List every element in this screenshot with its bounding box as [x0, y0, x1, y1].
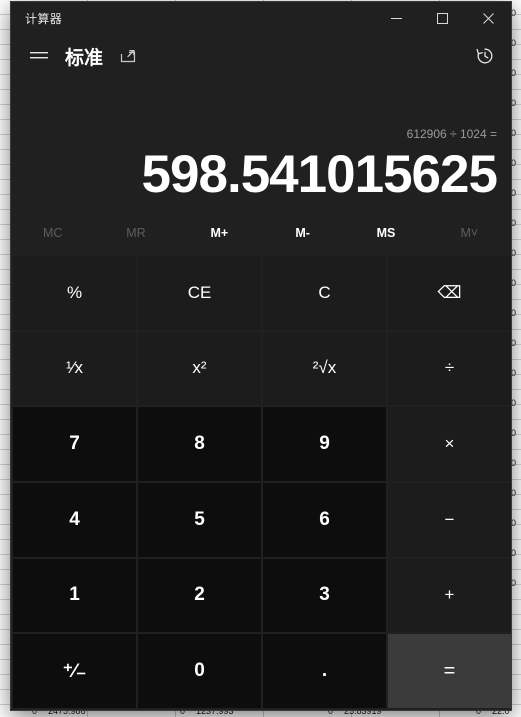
memory-button-mc: MC [42, 226, 63, 240]
spreadsheet-cell: 0 [511, 308, 517, 318]
key-square-root[interactable]: ²√x [263, 331, 386, 406]
key-multiply[interactable]: × [388, 407, 511, 481]
spreadsheet-cell: 0 [511, 578, 517, 588]
spreadsheet-cell: 0 [511, 428, 517, 438]
key-zero[interactable]: 0 [138, 634, 261, 708]
memory-button-m-[interactable]: M- [261, 212, 344, 254]
key-square[interactable]: x² [138, 331, 261, 406]
maximize-icon [436, 12, 448, 24]
close-icon [482, 12, 494, 24]
key-seven[interactable]: 7 [13, 407, 136, 481]
spreadsheet-cell: 0 [511, 158, 517, 168]
spreadsheet-cell: 0 [511, 398, 517, 408]
window-title: 计算器 [25, 11, 63, 26]
spreadsheet-cell: 0 [511, 68, 517, 78]
spreadsheet-cell: 0 [511, 188, 517, 198]
spreadsheet-cell: 0 [511, 548, 517, 558]
close-button[interactable] [465, 2, 511, 34]
key-negate[interactable]: ⁺⁄₋ [13, 634, 136, 708]
spreadsheet-cell: 0 [511, 338, 517, 348]
key-eight[interactable]: 8 [138, 407, 261, 481]
keep-on-top-button[interactable] [113, 41, 143, 71]
maximize-button[interactable] [419, 2, 465, 34]
key-backspace[interactable]: ⌫ [388, 256, 511, 330]
key-percent[interactable]: % [13, 256, 136, 330]
key-equals[interactable]: = [388, 634, 511, 708]
memory-button-row: MC MR M+ M- MS M˅ [11, 212, 511, 254]
key-clear-entry[interactable]: CE [138, 256, 261, 330]
key-five[interactable]: 5 [138, 482, 261, 557]
calculator-window: 计算器 标准 612906 ÷ 1024 = 598.541015625 MC … [11, 2, 511, 710]
spreadsheet-cell: 0 [511, 248, 517, 258]
title-bar[interactable]: 计算器 [11, 2, 511, 34]
key-divide[interactable]: ÷ [388, 331, 511, 406]
memory-button-ms[interactable]: MS [344, 212, 427, 254]
navigation-menu-button[interactable] [19, 36, 59, 76]
spreadsheet-cell: 0 [511, 218, 517, 228]
key-subtract[interactable]: − [388, 482, 511, 557]
spreadsheet-cell: 0 [511, 8, 517, 18]
expression-text: 612906 ÷ 1024 = [406, 126, 497, 141]
window-controls [373, 2, 511, 34]
spreadsheet-cell: 0 [511, 128, 517, 138]
key-reciprocal[interactable]: ¹⁄x [13, 331, 136, 406]
screen: 00000000000000000000 0 2475.986 0 1237.993 0… [0, 0, 521, 717]
key-add[interactable]: + [388, 558, 511, 633]
keypad: % CE C ⌫ ¹⁄x x² ²√x ÷ 7 8 9 × 4 5 6− 1 2 3 + ⁺⁄₋ 0. = [11, 254, 511, 710]
calculator-mode-label: 标准 [65, 47, 104, 69]
minimize-icon [390, 17, 402, 19]
memory-button-m+[interactable]: M+ [178, 212, 261, 254]
history-icon [476, 48, 493, 64]
key-two[interactable]: 2 [138, 558, 261, 633]
key-six[interactable]: 6 [263, 482, 386, 557]
result-text: 598.541015625 [141, 144, 498, 204]
hamburger-icon [30, 51, 48, 58]
key-four[interactable]: 4 [13, 482, 136, 557]
spreadsheet-cell: 0 [511, 278, 517, 288]
key-one[interactable]: 1 [13, 558, 136, 633]
key-nine[interactable]: 9 [263, 407, 386, 481]
spreadsheet-cell: 0 [511, 38, 517, 48]
spreadsheet-cell: 0 [511, 518, 517, 528]
spreadsheet-cell: 0 [511, 458, 517, 468]
key-three[interactable]: 3 [263, 558, 386, 633]
memory-button-mr: MR [126, 226, 146, 240]
keep-on-top-icon [120, 48, 136, 63]
minimize-button[interactable] [373, 2, 419, 34]
key-decimal[interactable]: . [263, 634, 386, 708]
history-button[interactable] [467, 38, 503, 74]
spreadsheet-cell: 0 [511, 368, 517, 378]
key-clear[interactable]: C [263, 256, 386, 330]
memory-button-m: M˅ [460, 226, 479, 240]
command-bar: 标准 [11, 34, 511, 78]
calculator-display[interactable]: 612906 ÷ 1024 = 598.541015625 [11, 78, 511, 212]
spreadsheet-cell: 0 [511, 98, 517, 108]
spreadsheet-cell: 0 [511, 488, 517, 498]
